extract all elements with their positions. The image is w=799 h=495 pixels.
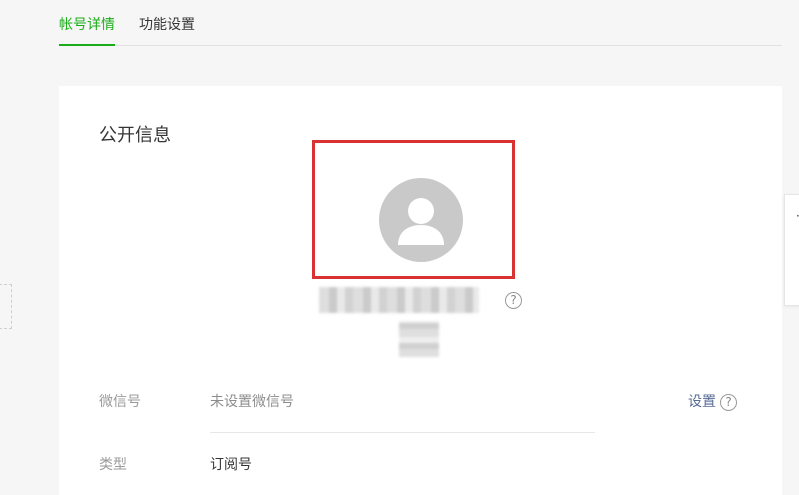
public-info-card: 公开信息 ? 微信号 未设置微信号 设置 ? 类型 订阅号 bbox=[59, 86, 782, 495]
row-divider bbox=[210, 432, 595, 433]
set-wechat-id-link[interactable]: 设置 bbox=[688, 392, 716, 412]
account-name-blurred bbox=[319, 287, 479, 313]
tab-feature-settings[interactable]: 功能设置 bbox=[139, 15, 195, 35]
wechat-id-help-icon[interactable]: ? bbox=[720, 394, 737, 411]
type-label: 类型 bbox=[99, 457, 127, 473]
type-value: 订阅号 bbox=[210, 457, 252, 473]
wechat-id-value: 未设置微信号 bbox=[210, 394, 294, 410]
left-dashed-handle bbox=[0, 284, 12, 329]
name-help-icon[interactable]: ? bbox=[505, 292, 522, 309]
card-title: 公开信息 bbox=[99, 125, 171, 146]
account-subinfo-blurred bbox=[399, 321, 439, 357]
tab-bar: 帐号详情 功能设置 bbox=[59, 0, 782, 46]
floating-side-panel[interactable]: · bbox=[784, 194, 799, 306]
wechat-id-label: 微信号 bbox=[99, 394, 141, 410]
tab-account-details[interactable]: 帐号详情 bbox=[59, 15, 115, 46]
default-user-icon bbox=[398, 198, 444, 245]
avatar[interactable] bbox=[379, 178, 463, 262]
account-page: 帐号详情 功能设置 · 公开信息 ? 微信号 未设置微信号 设置 ? 类型 订阅… bbox=[0, 0, 799, 495]
